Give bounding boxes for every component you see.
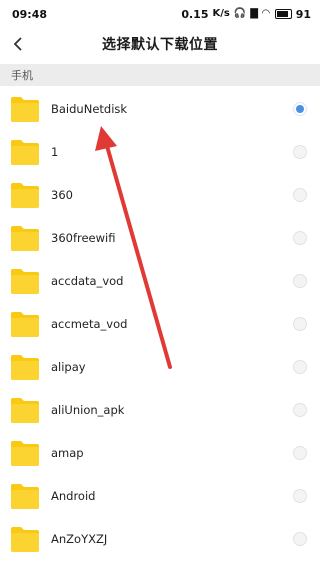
status-bar: 09:48 0.15 K/s 🎧 ▇ ◠ 91 [0, 0, 320, 28]
folder-row[interactable]: accmeta_vod [0, 302, 320, 345]
radio-unselected[interactable] [293, 230, 307, 245]
radio-unselected[interactable] [293, 359, 307, 374]
radio-unselected[interactable] [293, 144, 307, 159]
folder-list: BaiduNetdisk 1 360 360freewifi accdata_vodac… [0, 87, 320, 560]
folder-name: aliUnion_apk [51, 402, 125, 417]
folder-name: AnZoYXZJ [51, 531, 108, 546]
folder-icon [11, 440, 39, 466]
status-time: 09:48 [12, 7, 48, 21]
radio-selected[interactable] [293, 101, 307, 116]
folder-icon [11, 311, 39, 337]
folder-icon [11, 139, 39, 165]
folder-row[interactable]: BaiduNetdisk [0, 87, 320, 130]
folder-row[interactable]: AnZoYXZJ [0, 517, 320, 560]
folder-name: Android [51, 488, 96, 503]
radio-unselected[interactable] [293, 187, 307, 202]
folder-row[interactable]: alipay [0, 345, 320, 388]
folder-name: BaiduNetdisk [51, 101, 128, 116]
back-icon[interactable] [8, 34, 28, 54]
folder-name: accdata_vod [51, 273, 124, 288]
radio-unselected[interactable] [293, 402, 307, 417]
folder-icon [11, 268, 39, 294]
network-speed-unit: K/s [212, 8, 230, 19]
folder-row[interactable]: 360freewifi [0, 216, 320, 259]
folder-row[interactable]: 1 [0, 130, 320, 173]
folder-icon [11, 397, 39, 423]
folder-row[interactable]: amap [0, 431, 320, 474]
network-speed: 0.15 [181, 7, 209, 21]
folder-icon [11, 354, 39, 380]
page-title: 选择默认下载位置 [102, 37, 218, 53]
folder-icon [11, 182, 39, 208]
radio-unselected[interactable] [293, 488, 307, 503]
folder-name: 360 [51, 187, 73, 202]
radio-unselected[interactable] [293, 273, 307, 288]
folder-name: accmeta_vod [51, 316, 128, 331]
battery-icon [274, 9, 292, 19]
folder-name: 360freewifi [51, 230, 116, 245]
headset-icon: 🎧 [233, 8, 247, 19]
folder-icon [11, 225, 39, 251]
folder-row[interactable]: accdata_vod [0, 259, 320, 302]
radio-unselected[interactable] [293, 316, 307, 331]
folder-name: amap [51, 445, 84, 460]
folder-icon [11, 96, 39, 122]
folder-icon [11, 526, 39, 552]
folder-name: 1 [51, 144, 59, 159]
wifi-icon: ◠ [261, 8, 270, 19]
folder-row[interactable]: 360 [0, 173, 320, 216]
radio-unselected[interactable] [293, 531, 307, 546]
storage-section-header: 手机 [0, 64, 320, 86]
folder-row[interactable]: aliUnion_apk [0, 388, 320, 431]
folder-icon [11, 483, 39, 509]
signal-icon: ▇ [250, 8, 258, 19]
radio-unselected[interactable] [293, 445, 307, 460]
folder-name: alipay [51, 359, 86, 374]
page-header: 选择默认下载位置 [0, 28, 320, 60]
battery-level: 91 [295, 7, 311, 21]
folder-row[interactable]: Android [0, 474, 320, 517]
status-indicators: 0.15 K/s 🎧 ▇ ◠ 91 [181, 8, 311, 21]
